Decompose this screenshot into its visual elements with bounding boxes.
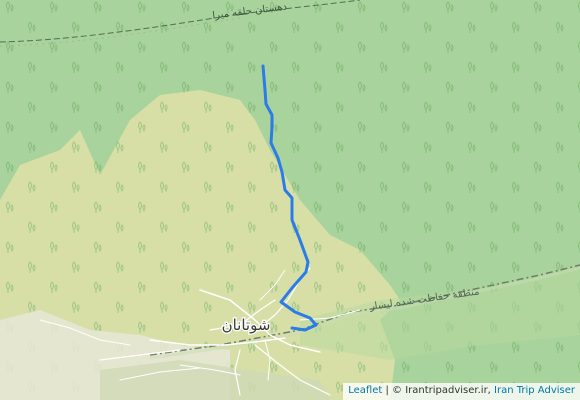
attribution-copyright: © Irantripadviser.ir, xyxy=(392,385,495,396)
attribution-separator: | xyxy=(382,385,393,396)
leaflet-link[interactable]: Leaflet xyxy=(348,385,382,396)
map-attribution: Leaflet | © Irantripadviser.ir, Iran Tri… xyxy=(343,383,580,400)
iran-trip-adviser-link[interactable]: Iran Trip Adviser xyxy=(494,385,575,396)
map-container[interactable]: دهستان حلقه میرا شوتانان منطقه حفاظت شده… xyxy=(0,0,580,400)
village-label: شوتانان xyxy=(222,316,271,334)
map-tiles: دهستان حلقه میرا شوتانان منطقه حفاظت شده… xyxy=(0,0,580,400)
